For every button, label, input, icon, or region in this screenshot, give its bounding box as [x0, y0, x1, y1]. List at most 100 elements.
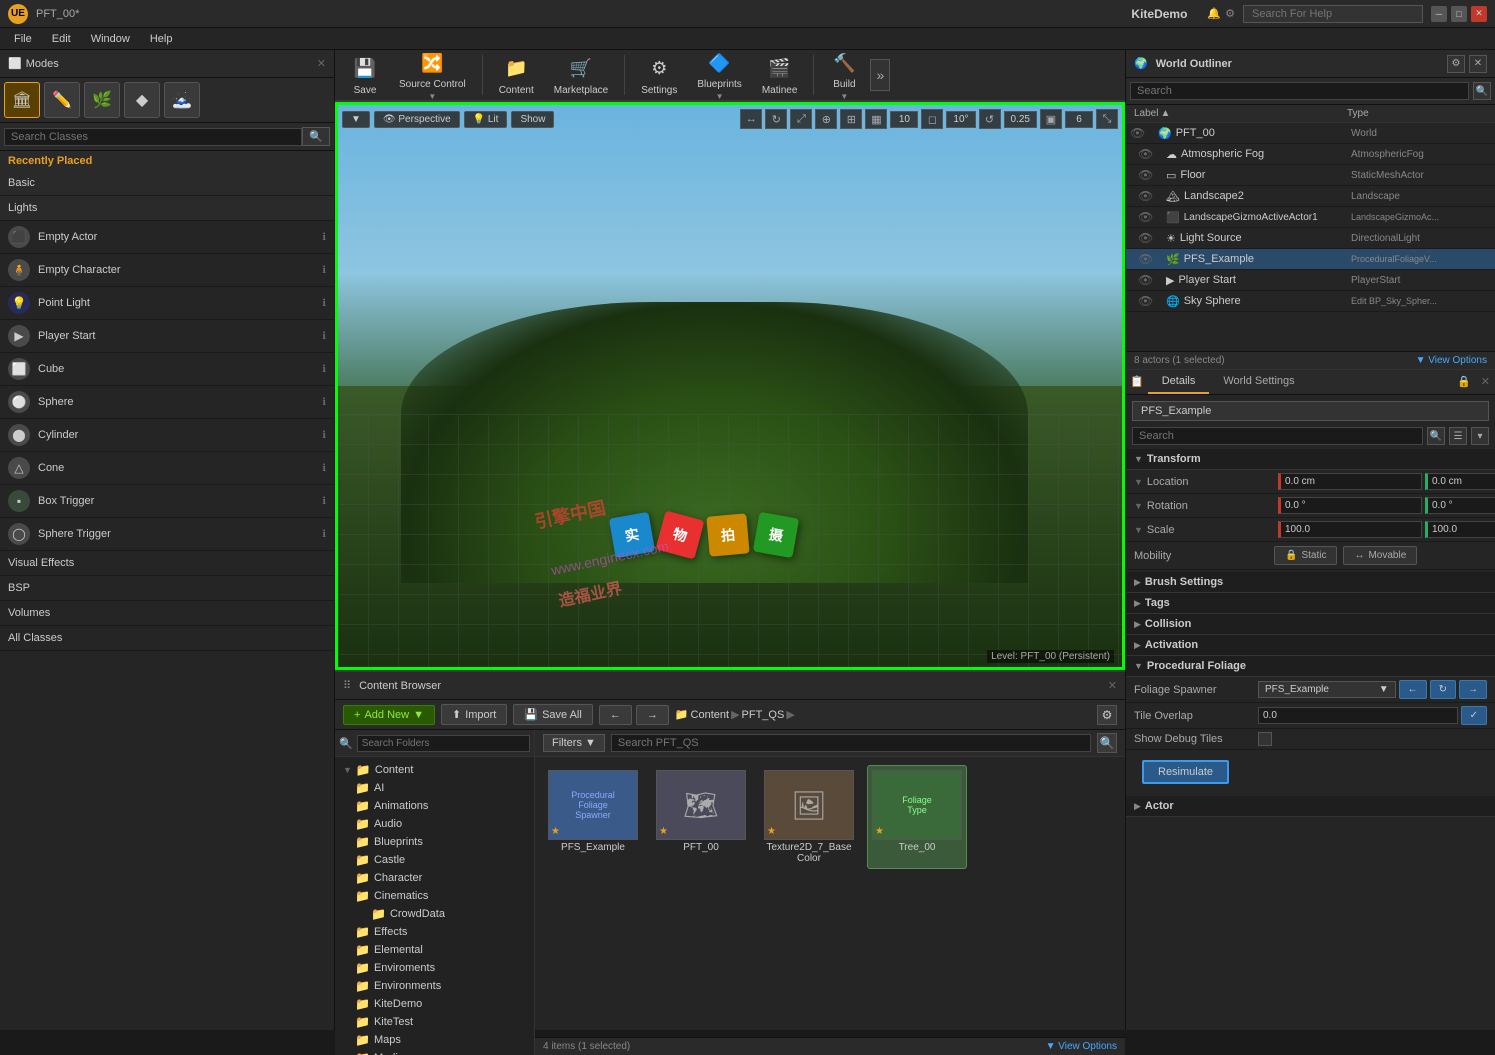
- details-panel-lock-icon[interactable]: 🔒: [1452, 370, 1476, 394]
- menu-help[interactable]: Help: [140, 31, 183, 47]
- viewport-show-button[interactable]: Show: [511, 111, 554, 128]
- brush-settings-section[interactable]: ▶ Brush Settings: [1126, 572, 1495, 593]
- actor-item-player-start[interactable]: ▶ Player Start ℹ: [0, 320, 334, 353]
- actor-item-sphere[interactable]: ⚪ Sphere ℹ: [0, 386, 334, 419]
- folder-enviroments[interactable]: 📁 Enviroments: [339, 959, 530, 977]
- filters-button[interactable]: Filters ▼: [543, 734, 605, 752]
- content-browser-sync-button[interactable]: ⚙: [1097, 705, 1117, 725]
- viewport-scene[interactable]: 实 物 拍 摄 引擎中国 www.enginecx.com 造福业界 Level…: [338, 105, 1122, 667]
- toolbar-marketplace[interactable]: 🛒 Marketplace: [546, 51, 616, 100]
- actor-item-point-light[interactable]: 💡 Point Light ℹ: [0, 287, 334, 320]
- breadcrumb-pft-qs[interactable]: PFT_QS: [742, 709, 785, 721]
- nav-back-button[interactable]: ←: [599, 705, 632, 725]
- actor-section[interactable]: ▶ Actor: [1126, 796, 1495, 817]
- toolbar-content[interactable]: 📁 Content: [491, 51, 542, 100]
- outliner-label-col[interactable]: Label ▲: [1134, 108, 1347, 119]
- floor-eye[interactable]: 👁: [1138, 168, 1166, 182]
- asset-pft-00[interactable]: 🗺 ★ PFT_00: [651, 765, 751, 869]
- content-browser-close-icon[interactable]: ✕: [1108, 679, 1117, 692]
- landscape-eye[interactable]: 👁: [1138, 189, 1166, 203]
- actor-item-sphere-trigger[interactable]: ◯ Sphere Trigger ℹ: [0, 518, 334, 551]
- folder-crowddata[interactable]: 📁 CrowdData: [339, 905, 530, 923]
- folder-media[interactable]: 📁 Media: [339, 1049, 530, 1055]
- grid-size-value[interactable]: 10: [890, 111, 918, 128]
- toolbar-source-control[interactable]: 🔀 Source Control ▼: [391, 45, 474, 105]
- tab-world-settings[interactable]: World Settings: [1209, 370, 1308, 394]
- folder-blueprints[interactable]: 📁 Blueprints: [339, 833, 530, 851]
- category-bsp[interactable]: BSP: [0, 576, 334, 601]
- outliner-row-sky[interactable]: 👁 🌐 Sky Sphere Edit BP_Sky_Spher...: [1126, 291, 1495, 312]
- details-search-input[interactable]: [1132, 427, 1423, 445]
- search-classes-button[interactable]: 🔍: [302, 127, 330, 146]
- category-basic[interactable]: Basic: [0, 171, 334, 196]
- menu-window[interactable]: Window: [81, 31, 140, 47]
- actor-item-cone[interactable]: △ Cone ℹ: [0, 452, 334, 485]
- scale-tool[interactable]: ⤢: [790, 109, 812, 129]
- mode-foliage[interactable]: 🌿: [84, 82, 120, 118]
- outliner-row-pft00[interactable]: 👁 🌍 PFT_00 World: [1126, 123, 1495, 144]
- surface-snap-tool[interactable]: ⊞: [840, 109, 862, 129]
- foliage-spawner-nav-back[interactable]: ←: [1399, 680, 1427, 699]
- outliner-row-player-start[interactable]: 👁 ▶ Player Start PlayerStart: [1126, 270, 1495, 291]
- folder-audio[interactable]: 📁 Audio: [339, 815, 530, 833]
- viewport-lit-button[interactable]: 💡 Lit: [464, 111, 508, 128]
- tab-details[interactable]: Details: [1148, 370, 1210, 394]
- rotation-toggle[interactable]: ↺: [979, 109, 1001, 129]
- details-filter-btn[interactable]: ▾: [1471, 427, 1489, 445]
- toolbar-matinee[interactable]: 🎬 Matinee: [754, 51, 806, 100]
- category-lights[interactable]: Lights: [0, 196, 334, 221]
- location-x-input[interactable]: [1278, 473, 1422, 490]
- toolbar-save[interactable]: 💾 Save: [343, 51, 387, 100]
- outliner-search-input[interactable]: [1130, 82, 1469, 100]
- category-visual-effects[interactable]: Visual Effects: [0, 551, 334, 576]
- mode-place[interactable]: 🏛: [4, 82, 40, 118]
- asset-tree-00[interactable]: FoliageType ★ Tree_00: [867, 765, 967, 869]
- folder-castle[interactable]: 📁 Castle: [339, 851, 530, 869]
- activation-section[interactable]: ▶ Activation: [1126, 635, 1495, 656]
- asset-search-button[interactable]: 🔍: [1097, 733, 1117, 753]
- debug-tiles-checkbox[interactable]: [1258, 732, 1272, 746]
- grid-toggle[interactable]: ◻: [921, 109, 943, 129]
- details-list-view-btn[interactable]: ☰: [1449, 427, 1467, 445]
- viewport-mode-toggle[interactable]: ▼: [342, 111, 370, 128]
- nav-forward-button[interactable]: →: [636, 705, 669, 725]
- category-volumes[interactable]: Volumes: [0, 601, 334, 626]
- category-all-classes[interactable]: All Classes: [0, 626, 334, 651]
- folder-character[interactable]: 📁 Character: [339, 869, 530, 887]
- actor-item-cylinder[interactable]: ⬤ Cylinder ℹ: [0, 419, 334, 452]
- rotation-y-input[interactable]: [1425, 497, 1495, 514]
- resimulate-button[interactable]: Resimulate: [1142, 760, 1229, 784]
- save-all-button[interactable]: 💾 Save All: [513, 704, 592, 725]
- location-y-input[interactable]: [1425, 473, 1495, 490]
- rotation-snap-value[interactable]: 10°: [946, 111, 975, 128]
- static-mobility-btn[interactable]: 🔒 Static: [1274, 546, 1337, 565]
- outliner-row-light[interactable]: 👁 ☀ Light Source DirectionalLight: [1126, 228, 1495, 249]
- sky-eye[interactable]: 👁: [1138, 294, 1166, 308]
- maximize-button[interactable]: □: [1451, 6, 1467, 22]
- pfs-eye[interactable]: 👁: [1138, 252, 1166, 266]
- search-classes-input[interactable]: [4, 128, 302, 146]
- asset-pfs-example[interactable]: ProceduralFoliageSpawner ★ PFS_Example: [543, 765, 643, 869]
- actor-item-box-trigger[interactable]: ▪ Box Trigger ℹ: [0, 485, 334, 518]
- outliner-view-options-button[interactable]: ▼ View Options: [1416, 355, 1487, 366]
- camera-speed-value[interactable]: 6: [1065, 111, 1093, 128]
- search-help-input[interactable]: [1243, 5, 1423, 23]
- world-tool[interactable]: ⊕: [815, 109, 837, 129]
- folder-effects[interactable]: 📁 Effects: [339, 923, 530, 941]
- collision-section[interactable]: ▶ Collision: [1126, 614, 1495, 635]
- actor-item-empty-actor[interactable]: ⬛ Empty Actor ℹ: [0, 221, 334, 254]
- movable-mobility-btn[interactable]: ↔ Movable: [1343, 546, 1417, 565]
- outliner-search-button[interactable]: 🔍: [1473, 82, 1491, 100]
- folder-search-input[interactable]: [357, 735, 530, 752]
- toolbar-build[interactable]: 🔨 Build ▼: [822, 45, 866, 105]
- outliner-row-fog[interactable]: 👁 ☁ Atmospheric Fog AtmosphericFog: [1126, 144, 1495, 165]
- toolbar-more-button[interactable]: »: [870, 59, 890, 91]
- maximize-viewport[interactable]: ⤡: [1096, 109, 1118, 129]
- asset-search-input[interactable]: [611, 734, 1091, 752]
- viewport-perspective-button[interactable]: 👁 Perspective: [374, 111, 460, 128]
- outliner-row-landscape[interactable]: 👁 🏔 Landscape2 Landscape: [1126, 186, 1495, 207]
- toolbar-blueprints[interactable]: 🔷 Blueprints ▼: [689, 45, 749, 105]
- details-search-btn[interactable]: 🔍: [1427, 427, 1445, 445]
- outliner-settings-btn[interactable]: ⚙: [1447, 55, 1465, 73]
- tags-section[interactable]: ▶ Tags: [1126, 593, 1495, 614]
